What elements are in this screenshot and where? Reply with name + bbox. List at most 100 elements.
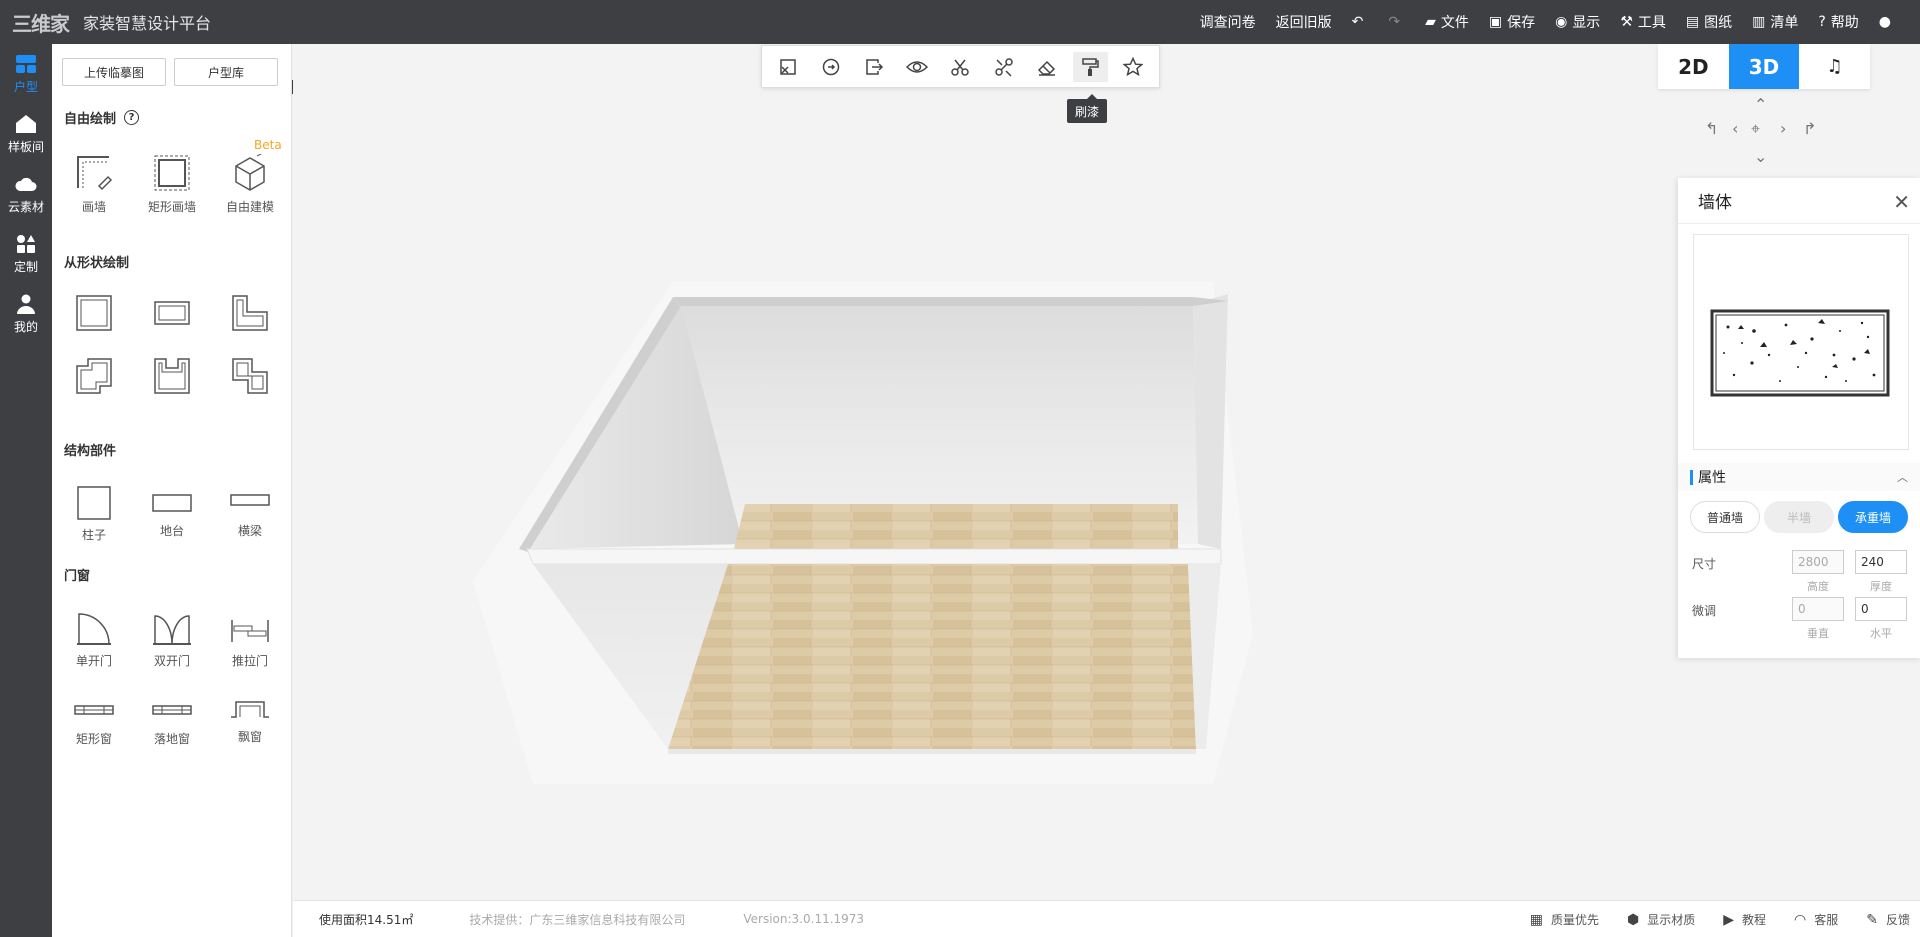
shape-l-button[interactable] — [232, 295, 268, 331]
paint-button[interactable] — [1072, 51, 1108, 82]
draw-wall-tool[interactable]: 画墙 — [64, 154, 124, 215]
survey-link[interactable]: 调查问卷 — [1190, 0, 1266, 44]
left-panel: 上传临摹图 户型库 自由绘制 ? Beta 画墙 矩形画墙 自由建模 从形状绘制… — [52, 44, 292, 937]
rail-item-floorplan[interactable]: 户型 — [0, 44, 52, 104]
star-icon — [1123, 56, 1144, 76]
view-3d-button[interactable]: 3D — [1728, 44, 1800, 89]
sliding-door-tool[interactable]: 推拉门 — [220, 612, 280, 669]
rect-window-tool[interactable]: 矩形窗 — [64, 704, 124, 747]
top-menu: 调查问卷 返回旧版 ↶ ↷ ▰ 文件 ▣ 保存 ◉ 显示 ⚒ 工具 ▤ 图纸 ▥ 清单 ? 帮… — [1190, 0, 1906, 44]
cut-button[interactable] — [943, 52, 978, 82]
folder-icon: ▰ — [1425, 14, 1436, 30]
rail-label: 定制 — [13, 259, 38, 274]
floorplan-library-button[interactable]: 户型库 — [174, 58, 278, 86]
display-menu[interactable]: ◉ 显示 — [1545, 0, 1610, 44]
rotate-button[interactable] — [813, 52, 848, 82]
free-modeling-tool[interactable]: 自由建模 — [220, 154, 280, 215]
eraser-icon — [1037, 60, 1055, 76]
rail-item-mine[interactable]: 我的 — [0, 284, 52, 344]
rotate-icon — [822, 58, 840, 75]
export-icon — [866, 58, 884, 75]
eraser-button[interactable] — [1029, 52, 1064, 82]
logo: 三维家 家装智慧设计平台 — [12, 0, 211, 44]
bay-window-tool[interactable]: 飘窗 — [220, 700, 280, 745]
single-door-tool[interactable]: 单开门 — [64, 612, 124, 669]
shape-square-button[interactable] — [76, 295, 112, 331]
file-menu[interactable]: ▰ 文件 — [1415, 0, 1479, 44]
platform-tool[interactable]: 地台 — [142, 494, 202, 539]
view-2d-button[interactable]: 2D — [1658, 44, 1729, 89]
visibility-button[interactable] — [900, 52, 935, 82]
pan-left-icon[interactable]: ‹ — [1732, 119, 1738, 138]
beam-icon — [230, 494, 270, 506]
size-label: 尺寸 — [1692, 557, 1717, 571]
walk-mode-button[interactable]: ♫ — [1799, 44, 1870, 89]
platform-icon — [152, 494, 192, 512]
beta-badge: Beta — [254, 138, 282, 152]
list-menu[interactable]: ▥ 清单 — [1742, 0, 1808, 44]
tools-menu[interactable]: ⚒ 工具 — [1610, 0, 1676, 44]
status-bar: 使用面积14.51㎡ 技术提供：广东三维家信息科技有限公司 Version:3.… — [293, 900, 1920, 937]
properties-section-header[interactable]: 属性 ︿ — [1678, 463, 1920, 491]
vertical-offset-field[interactable] — [1792, 597, 1844, 621]
close-icon[interactable]: ✕ — [1893, 190, 1910, 214]
save-icon: ▣ — [1488, 14, 1503, 30]
normal-wall-button[interactable]: 普通墙 — [1690, 501, 1760, 533]
favorite-button[interactable] — [1116, 52, 1151, 82]
floor-window-tool[interactable]: 落地窗 — [142, 704, 202, 747]
rect-wall-tool[interactable]: 矩形画墙 — [142, 154, 202, 215]
column-tool[interactable]: 柱子 — [64, 486, 124, 543]
save-menu[interactable]: ▣ 保存 — [1479, 0, 1545, 44]
rail-item-custom[interactable]: 定制 — [0, 224, 52, 284]
sliding-door-icon — [231, 620, 269, 642]
thickness-field[interactable] — [1855, 550, 1907, 574]
half-wall-button[interactable]: 半墙 — [1764, 501, 1834, 533]
quality-toggle[interactable]: ▦ 质量优先 — [1530, 911, 1599, 928]
help-icon: ? — [1818, 14, 1826, 30]
user-menu[interactable]: ● — [1869, 0, 1906, 44]
quality-icon: ▦ — [1529, 911, 1543, 928]
pan-down-icon[interactable]: ⌄ — [1754, 147, 1767, 166]
feedback-link[interactable]: ✎ 反馈 — [1866, 911, 1910, 928]
rail-item-cloud[interactable]: 云素材 — [0, 164, 52, 224]
height-field[interactable] — [1792, 550, 1844, 574]
version-text: Version:3.0.11.1973 — [743, 912, 865, 926]
pan-right-icon[interactable]: › — [1780, 119, 1786, 138]
center-icon[interactable]: ⌖ — [1751, 119, 1760, 139]
edit-toolbar — [761, 45, 1160, 88]
rect-window-icon — [74, 705, 114, 715]
double-door-tool[interactable]: 双开门 — [142, 612, 202, 669]
back-to-old-link[interactable]: 返回旧版 — [1266, 0, 1342, 44]
split-button[interactable] — [986, 52, 1021, 82]
help-icon[interactable]: ? — [124, 110, 140, 125]
shape-z-button[interactable] — [232, 358, 268, 394]
help-menu[interactable]: ? 帮助 — [1808, 0, 1868, 44]
tutorial-link[interactable]: ▶ 教程 — [1723, 911, 1766, 928]
show-material-toggle[interactable]: ⬢ 显示材质 — [1627, 911, 1695, 928]
apps-icon — [17, 234, 35, 253]
horizontal-offset-field[interactable] — [1855, 597, 1907, 621]
rotate-right-icon[interactable]: ↱ — [1803, 119, 1816, 138]
panel-header: 墙体 ✕ — [1678, 178, 1920, 224]
3d-viewport[interactable] — [293, 44, 1920, 900]
beam-tool[interactable]: 横梁 — [220, 494, 280, 539]
rail-item-showroom[interactable]: 样板间 — [0, 104, 52, 164]
shape-cross-button[interactable] — [76, 358, 112, 394]
tech-provider: 技术提供：广东三维家信息科技有限公司 — [469, 912, 686, 927]
select-button[interactable] — [770, 52, 805, 82]
export-button[interactable] — [856, 52, 891, 82]
upload-trace-button[interactable]: 上传临摹图 — [62, 58, 166, 86]
drawings-menu[interactable]: ▤ 图纸 — [1676, 0, 1742, 44]
load-bearing-wall-button[interactable]: 承重墙 — [1838, 501, 1908, 533]
room-3d-render[interactable] — [293, 44, 1920, 900]
undo-button[interactable]: ↶ — [1342, 0, 1379, 44]
shape-rect-button[interactable] — [154, 301, 190, 325]
rotate-left-icon[interactable]: ↰ — [1705, 119, 1718, 138]
support-link[interactable]: ◠ 客服 — [1794, 911, 1838, 928]
redo-button[interactable]: ↷ — [1378, 0, 1415, 44]
single-door-icon — [77, 613, 111, 645]
pan-up-icon[interactable]: ⌃ — [1754, 95, 1767, 114]
section-title: 属性 — [1698, 470, 1726, 486]
shape-u-button[interactable] — [154, 358, 190, 394]
eye-icon: ◉ — [1555, 14, 1568, 30]
